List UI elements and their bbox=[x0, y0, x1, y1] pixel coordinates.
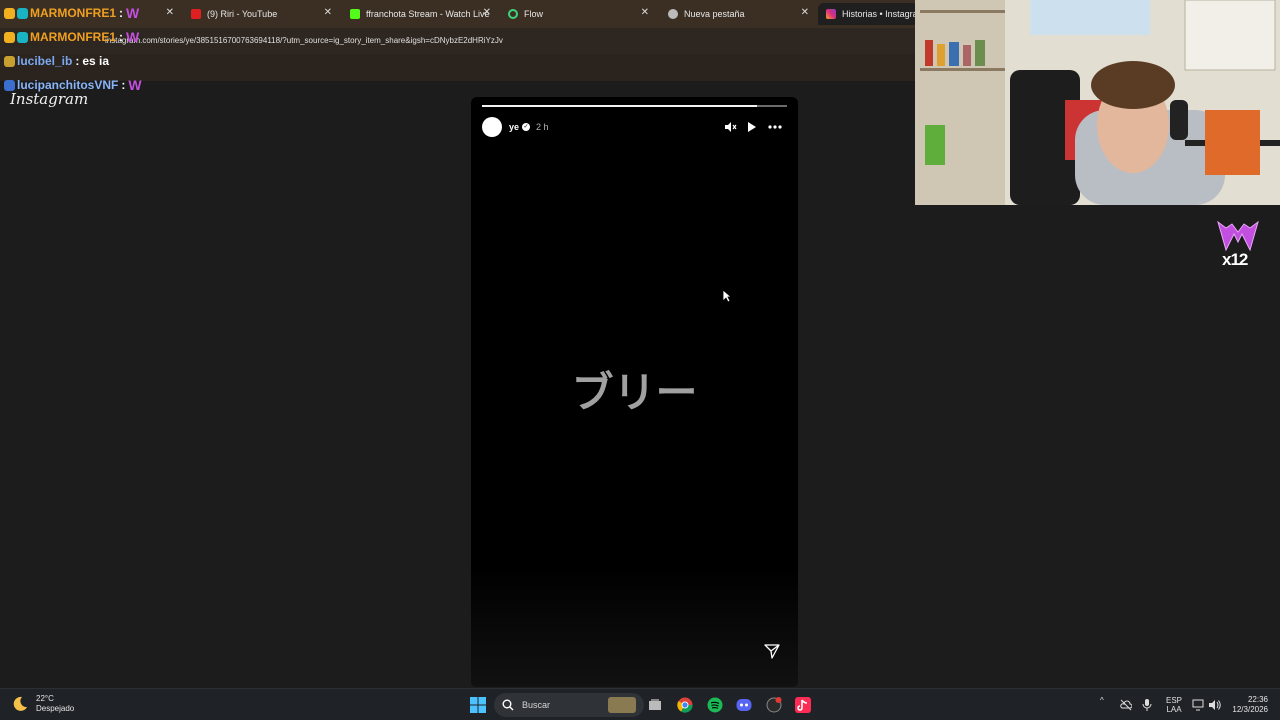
flow-icon bbox=[508, 9, 518, 19]
badge-icon bbox=[17, 7, 28, 19]
badge-icon bbox=[4, 79, 15, 91]
badge-icon bbox=[17, 31, 28, 43]
story-timestamp: 2 h bbox=[536, 122, 549, 132]
mouse-cursor-icon bbox=[722, 289, 732, 303]
instagram-icon bbox=[826, 9, 836, 19]
close-icon[interactable]: ✕ bbox=[641, 7, 649, 18]
avatar[interactable] bbox=[482, 117, 502, 137]
discord-icon[interactable] bbox=[736, 697, 752, 713]
send-icon[interactable] bbox=[764, 643, 780, 659]
sub-multiplier-label: x12 bbox=[1222, 250, 1248, 269]
display-icon[interactable] bbox=[1192, 699, 1204, 711]
chat-username: lucibel_ib bbox=[17, 54, 73, 68]
windows-start-icon[interactable] bbox=[470, 697, 486, 713]
tab-kick[interactable]: ffranchota Stream - Watch Live ✕ bbox=[342, 3, 497, 25]
w-emote-icon: W bbox=[128, 77, 142, 93]
search-icon bbox=[502, 699, 514, 711]
sub-multiplier-badge: x12 bbox=[1216, 220, 1260, 272]
close-icon[interactable]: ✕ bbox=[801, 7, 809, 18]
w-emote-icon: W bbox=[126, 29, 140, 45]
tiktok-icon[interactable] bbox=[795, 697, 811, 713]
story-username[interactable]: ye bbox=[509, 122, 519, 132]
close-icon[interactable]: ✕ bbox=[166, 7, 174, 18]
chat-text: es ia bbox=[82, 54, 110, 68]
kick-icon bbox=[350, 9, 360, 19]
onedrive-icon[interactable] bbox=[1120, 699, 1132, 711]
spotify-icon[interactable] bbox=[707, 697, 723, 713]
chat-message: MARMONFRE1 : W bbox=[4, 30, 142, 44]
chrome-icon[interactable] bbox=[677, 697, 693, 713]
tray-expand-icon[interactable]: ^ bbox=[1100, 696, 1104, 705]
more-options-icon[interactable] bbox=[767, 120, 783, 134]
verified-badge-icon: ✓ bbox=[522, 123, 531, 131]
tab-youtube[interactable]: (9) Riri - YouTube ✕ bbox=[183, 3, 338, 25]
story-progress-fill bbox=[482, 105, 757, 107]
webcam-image bbox=[915, 0, 1280, 205]
chrome-icon bbox=[668, 9, 678, 19]
microphone-icon[interactable] bbox=[1142, 698, 1152, 712]
story-gradient bbox=[471, 567, 798, 687]
story-caption: ブリー bbox=[571, 369, 698, 416]
story-header: ye ✓ 2 h bbox=[482, 116, 787, 138]
tab-flow[interactable]: Flow ✕ bbox=[500, 3, 655, 25]
webcam-feed bbox=[915, 0, 1280, 205]
badge-icon bbox=[4, 55, 15, 67]
chat-message: lucibel_ib : es ia bbox=[4, 54, 109, 68]
taskbar-clock[interactable]: 22:36 12/3/2026 bbox=[1226, 695, 1268, 715]
weather-widget[interactable]: 22°C Despejado bbox=[12, 694, 74, 714]
search-highlight-image bbox=[608, 697, 636, 713]
story-progress-bar bbox=[482, 105, 787, 107]
story-viewer[interactable]: ye ✓ 2 h ブリー bbox=[471, 97, 798, 687]
chat-message: MARMONFRE1 : W bbox=[4, 6, 142, 20]
youtube-icon bbox=[191, 9, 201, 19]
language-indicator[interactable]: ESP LAA bbox=[1166, 696, 1182, 714]
moon-icon bbox=[13, 696, 27, 711]
task-view-icon[interactable] bbox=[648, 698, 662, 712]
url-text[interactable]: instagram.com/stories/ye/385151670076369… bbox=[105, 36, 503, 45]
volume-icon[interactable] bbox=[1208, 698, 1222, 712]
mute-icon[interactable] bbox=[723, 120, 737, 134]
chat-username: MARMONFRE1 bbox=[30, 30, 116, 44]
w-emote-icon: W bbox=[126, 5, 140, 21]
screen: ✕ (9) Riri - YouTube ✕ ffranchota Stream… bbox=[0, 0, 1280, 720]
close-icon[interactable]: ✕ bbox=[324, 7, 332, 18]
tab-new[interactable]: Nueva pestaña ✕ bbox=[660, 3, 815, 25]
badge-icon bbox=[4, 7, 15, 19]
chat-username: MARMONFRE1 bbox=[30, 6, 116, 20]
instagram-logo[interactable]: Instagram bbox=[10, 90, 88, 108]
weather-temp: 22°C bbox=[36, 694, 54, 703]
taskbar: 22°C Despejado Buscar ^ ESP LAA 22:36 12… bbox=[0, 688, 1280, 720]
tab-instagram[interactable]: Historias • Instagram bbox=[818, 3, 918, 25]
app-icon[interactable] bbox=[766, 697, 782, 713]
play-icon[interactable] bbox=[746, 120, 758, 134]
taskbar-search[interactable]: Buscar bbox=[494, 693, 644, 717]
close-icon[interactable]: ✕ bbox=[483, 7, 491, 18]
badge-icon bbox=[4, 31, 15, 43]
weather-desc: Despejado bbox=[36, 704, 75, 713]
